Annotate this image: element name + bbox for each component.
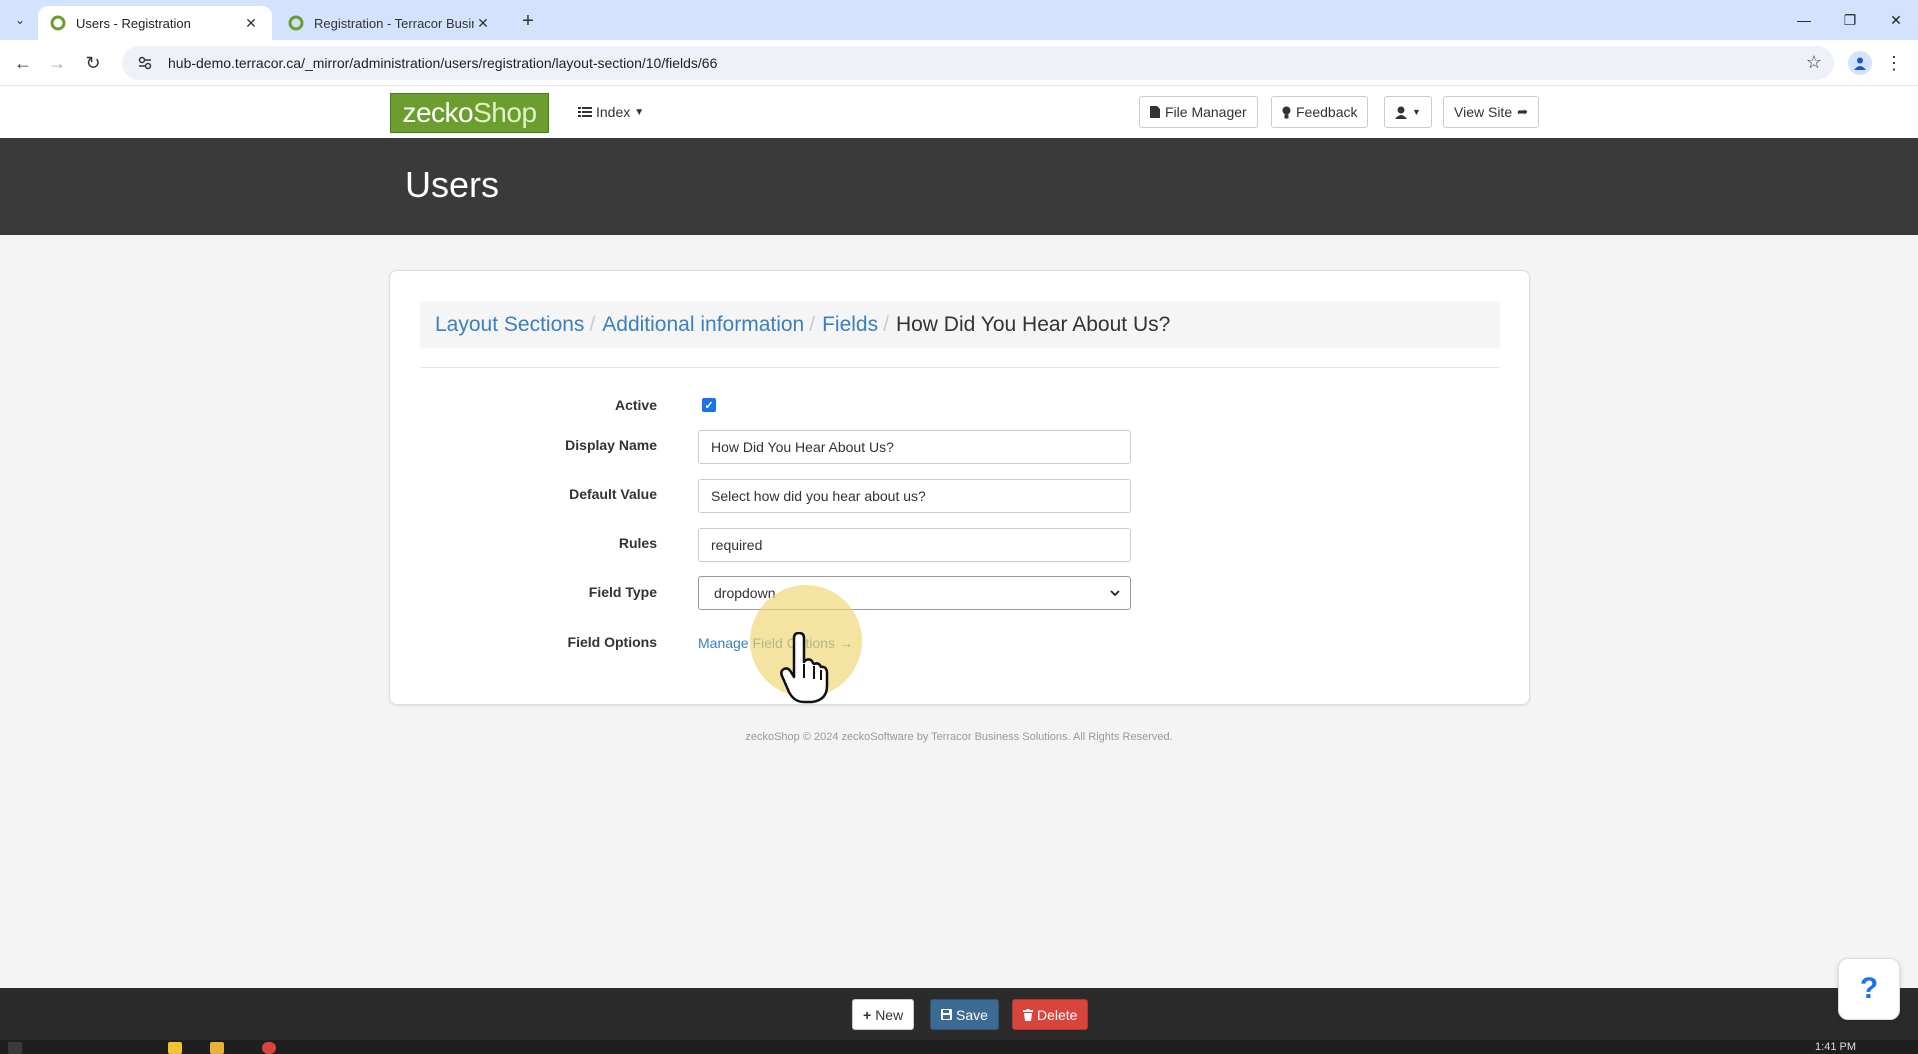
- caret-down-icon: ▼: [1412, 107, 1421, 117]
- question-mark-icon: ?: [1859, 972, 1879, 1005]
- help-button[interactable]: ?: [1838, 958, 1900, 1020]
- breadcrumb-additional-information[interactable]: Additional information: [602, 313, 804, 337]
- view-site-label: View Site: [1454, 104, 1513, 120]
- page-title: Users: [405, 164, 500, 205]
- breadcrumb-current: How Did You Hear About Us?: [895, 312, 1171, 336]
- user-menu-button[interactable]: ▼: [1384, 96, 1432, 128]
- save-label: Save: [956, 1006, 988, 1023]
- delete-button[interactable]: Delete: [1012, 999, 1089, 1030]
- field-type-label: Field Type: [588, 584, 657, 600]
- taskbar-clock: 1:41 PM: [1815, 1041, 1856, 1053]
- tab-title: Registration - Terracor Business Solutio…: [314, 15, 474, 31]
- close-icon[interactable]: ✕: [242, 14, 260, 32]
- browser-tabstrip: ⌄ Users - Registration ✕ Registration - …: [0, 0, 1918, 40]
- feedback-button[interactable]: Feedback: [1271, 96, 1369, 128]
- bottom-action-bar: + New Save Delete: [0, 988, 1918, 1040]
- hand-cursor-icon: [780, 632, 829, 704]
- app-header: zecko Shop Index ▼ File Manager Feedback …: [0, 86, 1918, 138]
- field-options-label: Field Options: [567, 634, 657, 650]
- zecko-favicon-icon: [50, 15, 66, 31]
- floppy-disk-icon: [941, 1009, 952, 1020]
- default-value-input[interactable]: [698, 479, 1131, 513]
- field-edit-card: Layout Sections / Additional information…: [389, 270, 1530, 705]
- minimize-icon[interactable]: —: [1790, 8, 1818, 32]
- index-dropdown[interactable]: Index ▼: [578, 100, 644, 124]
- breadcrumb-separator: /: [589, 312, 596, 336]
- new-label: New: [875, 1006, 904, 1023]
- copyright-footer: zeckoShop © 2024 zeckoSoftware by Terrac…: [745, 731, 1173, 743]
- breadcrumb-separator: /: [809, 312, 816, 336]
- delete-label: Delete: [1037, 1006, 1078, 1023]
- profile-avatar-icon[interactable]: [1848, 51, 1872, 75]
- breadcrumb-layout-sections[interactable]: Layout Sections: [435, 313, 584, 337]
- active-checkbox[interactable]: ✓: [702, 398, 716, 412]
- browser-toolbar: ← → ↻ hub-demo.terracor.ca/_mirror/admin…: [0, 40, 1918, 86]
- zecko-favicon-icon: [288, 15, 304, 31]
- view-site-button[interactable]: View Site ➦: [1443, 96, 1540, 128]
- divider: [420, 367, 1500, 368]
- bookmark-star-icon[interactable]: ☆: [1806, 52, 1822, 73]
- os-taskbar: 1:41 PM: [0, 1040, 1918, 1054]
- address-bar[interactable]: hub-demo.terracor.ca/_mirror/administrat…: [122, 46, 1834, 80]
- app-icon[interactable]: [168, 1042, 182, 1054]
- restore-icon[interactable]: ❐: [1836, 8, 1864, 32]
- chevron-down-icon: [1110, 589, 1120, 596]
- breadcrumb-fields[interactable]: Fields: [822, 313, 878, 337]
- index-label: Index: [596, 104, 631, 120]
- user-icon: [1395, 106, 1407, 119]
- url-text: hub-demo.terracor.ca/_mirror/administrat…: [168, 55, 718, 71]
- forward-arrow-icon[interactable]: →: [44, 50, 70, 76]
- tab-users-registration[interactable]: Users - Registration ✕: [38, 6, 272, 40]
- display-name-input[interactable]: [698, 430, 1131, 464]
- new-tab-plus-icon[interactable]: +: [516, 9, 540, 33]
- reload-icon[interactable]: ↻: [80, 50, 106, 76]
- site-settings-icon[interactable]: [136, 54, 154, 72]
- tab-title: Users - Registration: [76, 15, 191, 31]
- tab-registration-terracor[interactable]: Registration - Terracor Business Solutio…: [276, 6, 504, 40]
- rules-label: Rules: [618, 535, 657, 551]
- save-button[interactable]: Save: [930, 999, 999, 1030]
- back-arrow-icon[interactable]: ←: [10, 50, 36, 76]
- default-value-label: Default Value: [569, 486, 657, 502]
- feedback-label: Feedback: [1296, 104, 1358, 120]
- breadcrumb: Layout Sections / Additional information…: [420, 301, 1500, 348]
- breadcrumb-separator: /: [883, 312, 889, 336]
- tab-search-icon[interactable]: ⌄: [8, 8, 32, 32]
- close-icon[interactable]: ✕: [474, 14, 492, 32]
- active-label: Active: [614, 397, 657, 413]
- lightbulb-icon: [1282, 106, 1291, 118]
- logo-text-shop: Shop: [473, 97, 537, 128]
- zeckoshop-logo[interactable]: zecko Shop: [390, 93, 549, 133]
- chrome-icon[interactable]: [262, 1042, 276, 1054]
- window-close-icon[interactable]: ✕: [1882, 8, 1910, 32]
- file-manager-button[interactable]: File Manager: [1139, 96, 1258, 128]
- browser-menu-icon[interactable]: ⋮: [1885, 51, 1903, 75]
- trash-icon: [1023, 1008, 1033, 1021]
- plus-icon: +: [863, 1006, 872, 1023]
- share-arrow-icon: ➦: [1517, 104, 1529, 119]
- list-icon: [578, 107, 592, 117]
- display-name-label: Display Name: [565, 437, 657, 453]
- person-icon: [1854, 57, 1866, 70]
- file-icon: [1150, 106, 1160, 118]
- page-banner: Users: [0, 138, 1918, 235]
- caret-down-icon: ▼: [634, 106, 645, 118]
- folder-icon[interactable]: [210, 1042, 224, 1054]
- file-manager-label: File Manager: [1165, 104, 1247, 120]
- new-button[interactable]: + New: [852, 999, 915, 1030]
- start-icon[interactable]: [8, 1042, 22, 1054]
- logo-text-zecko: zecko: [402, 97, 474, 128]
- checkmark-icon: ✓: [704, 399, 714, 412]
- rules-input[interactable]: [698, 528, 1131, 562]
